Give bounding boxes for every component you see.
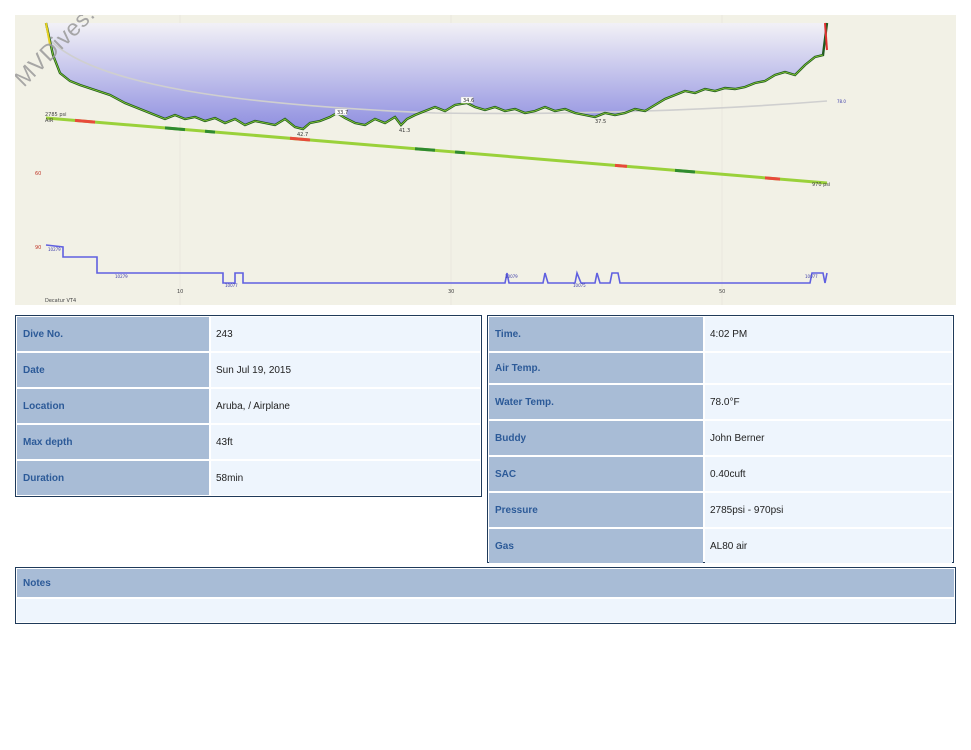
depth-marker: 37.5 bbox=[595, 119, 606, 125]
time-label-10: 10 bbox=[177, 289, 183, 295]
depth-marker: 33.7 bbox=[337, 110, 348, 116]
table-row: Location Aruba, / Airplane bbox=[17, 389, 480, 423]
axis-label-60: 60 bbox=[35, 171, 41, 177]
table-row: Dive No. 243 bbox=[17, 317, 480, 351]
notes-label: Notes bbox=[17, 569, 954, 597]
time-label-50: 50 bbox=[719, 289, 725, 295]
sac-label: SAC bbox=[489, 457, 703, 491]
axis-label-90: 90 bbox=[35, 245, 41, 251]
table-row: Duration 58min bbox=[17, 461, 480, 495]
dive-profile-svg: 2785 psi AIR 970 psi 78.0 33.7 34.6 42.7… bbox=[35, 15, 846, 305]
pressure-value: 2785psi - 970psi bbox=[705, 493, 952, 527]
sac-value: 0.40cuft bbox=[705, 457, 952, 491]
max-depth-label: Max depth bbox=[17, 425, 209, 459]
buddy-value: John Berner bbox=[705, 421, 952, 455]
water-temp-label: Water Temp. bbox=[489, 385, 703, 419]
location-label: Location bbox=[17, 389, 209, 423]
air-temp-label: Air Temp. bbox=[489, 353, 703, 383]
dive-number-label: Dive No. bbox=[17, 317, 209, 351]
time-label: Time. bbox=[489, 317, 703, 351]
gas-value: AL80 air bbox=[705, 529, 952, 563]
ceiling-label: 10279 bbox=[48, 247, 61, 252]
ceiling-label: 10079 bbox=[505, 274, 518, 279]
water-temp-value: 78.0°F bbox=[705, 385, 952, 419]
depth-marker: 41.3 bbox=[399, 128, 410, 134]
ceiling-label: 10077 bbox=[805, 274, 818, 279]
table-row: Max depth 43ft bbox=[17, 425, 480, 459]
ceiling-line bbox=[45, 244, 828, 284]
table-row: Air Temp. bbox=[489, 353, 952, 383]
gas-label: AIR bbox=[45, 118, 54, 124]
dive-info-table: Dive No. 243 Date Sun Jul 19, 2015 Locat… bbox=[15, 315, 482, 497]
footer-label: Decatur VT4 bbox=[45, 298, 76, 304]
table-row: Gas AL80 air bbox=[489, 529, 952, 563]
duration-label: Duration bbox=[17, 461, 209, 495]
duration-value: 58min bbox=[211, 461, 480, 495]
dive-profile-chart: 2785 psi AIR 970 psi 78.0 33.7 34.6 42.7… bbox=[15, 15, 956, 305]
ceiling-label: 10077 bbox=[225, 283, 238, 288]
notes-section: Notes bbox=[15, 567, 956, 624]
notes-text bbox=[17, 599, 954, 622]
dive-number-value: 243 bbox=[211, 317, 480, 351]
air-temp-value bbox=[705, 353, 952, 383]
pressure-line bbox=[45, 116, 828, 185]
ceiling-label: 10279 bbox=[115, 274, 128, 279]
depth-marker: 34.6 bbox=[463, 98, 474, 104]
table-row: Time. 4:02 PM bbox=[489, 317, 952, 351]
date-value: Sun Jul 19, 2015 bbox=[211, 353, 480, 387]
conditions-table: Time. 4:02 PM Air Temp. Water Temp. 78.0… bbox=[487, 315, 954, 563]
temperature-label: 78.0 bbox=[837, 99, 846, 104]
pressure-label: Pressure bbox=[489, 493, 703, 527]
time-label-30: 30 bbox=[448, 289, 454, 295]
ceiling-label: 10075 bbox=[573, 283, 586, 288]
max-depth-value: 43ft bbox=[211, 425, 480, 459]
table-row: Water Temp. 78.0°F bbox=[489, 385, 952, 419]
gas-label-cell: Gas bbox=[489, 529, 703, 563]
date-label: Date bbox=[17, 353, 209, 387]
time-value: 4:02 PM bbox=[705, 317, 952, 351]
max-depth-marker: 42.7 bbox=[297, 132, 308, 138]
end-pressure-label: 970 psi bbox=[812, 182, 830, 188]
table-row: Date Sun Jul 19, 2015 bbox=[17, 353, 480, 387]
location-value: Aruba, / Airplane bbox=[211, 389, 480, 423]
table-row: SAC 0.40cuft bbox=[489, 457, 952, 491]
buddy-label: Buddy bbox=[489, 421, 703, 455]
table-row: Pressure 2785psi - 970psi bbox=[489, 493, 952, 527]
table-row: Buddy John Berner bbox=[489, 421, 952, 455]
